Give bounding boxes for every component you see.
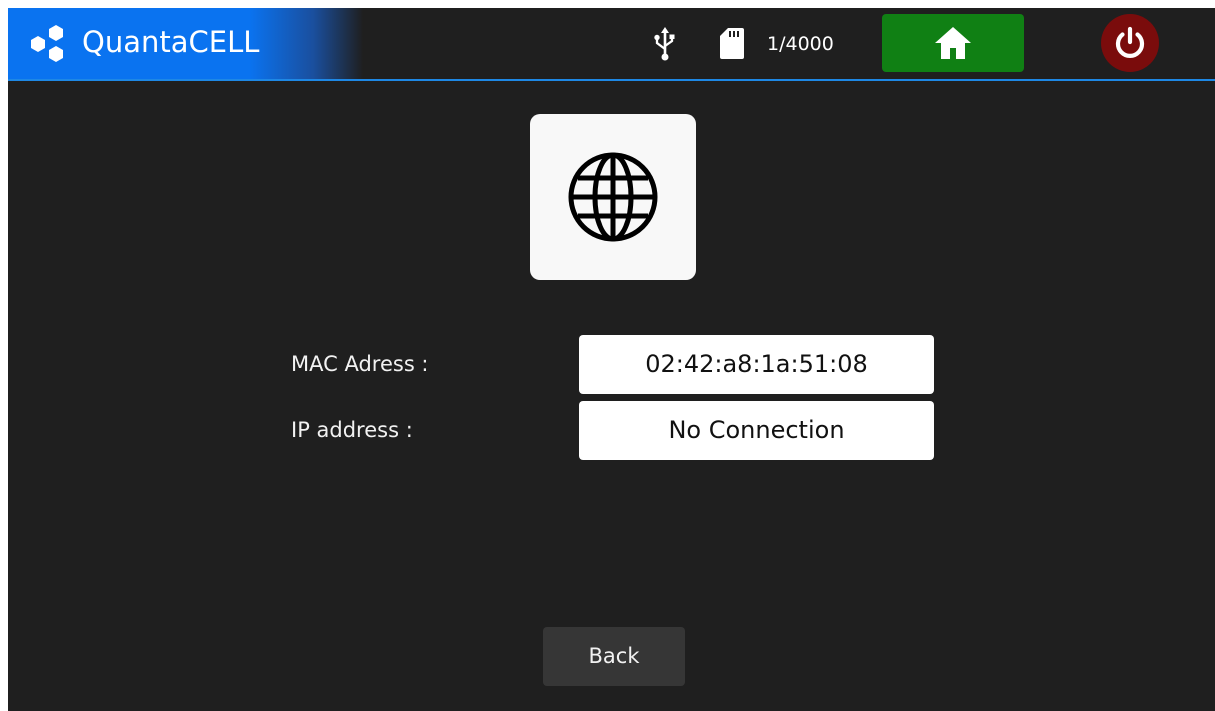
power-icon	[1115, 26, 1145, 58]
brand-bar: QuantaCELL	[8, 8, 363, 79]
screen: QuantaCELL 1/4000 MAC Adress: 02:42:a8:…	[8, 8, 1215, 711]
sample-counter: 1/4000	[767, 33, 834, 55]
top-bar: QuantaCELL 1/4000	[8, 8, 1215, 81]
sd-card-icon	[720, 28, 744, 59]
ip-address-label: IP address :	[291, 418, 413, 442]
brand-name: QuantaCELL	[82, 25, 260, 59]
mac-address-label: MAC Adress :	[291, 352, 429, 376]
home-button[interactable]	[882, 14, 1024, 72]
logo-icon	[31, 25, 63, 62]
power-button[interactable]	[1101, 14, 1159, 72]
mac-address-value: 02:42:a8:1a:51:08	[579, 335, 934, 394]
network-tile[interactable]	[530, 114, 696, 280]
globe-icon	[568, 152, 658, 242]
ip-address-value: No Connection	[579, 401, 934, 460]
usb-icon	[654, 27, 675, 61]
back-button[interactable]: Back	[543, 627, 685, 686]
home-icon	[935, 27, 971, 59]
